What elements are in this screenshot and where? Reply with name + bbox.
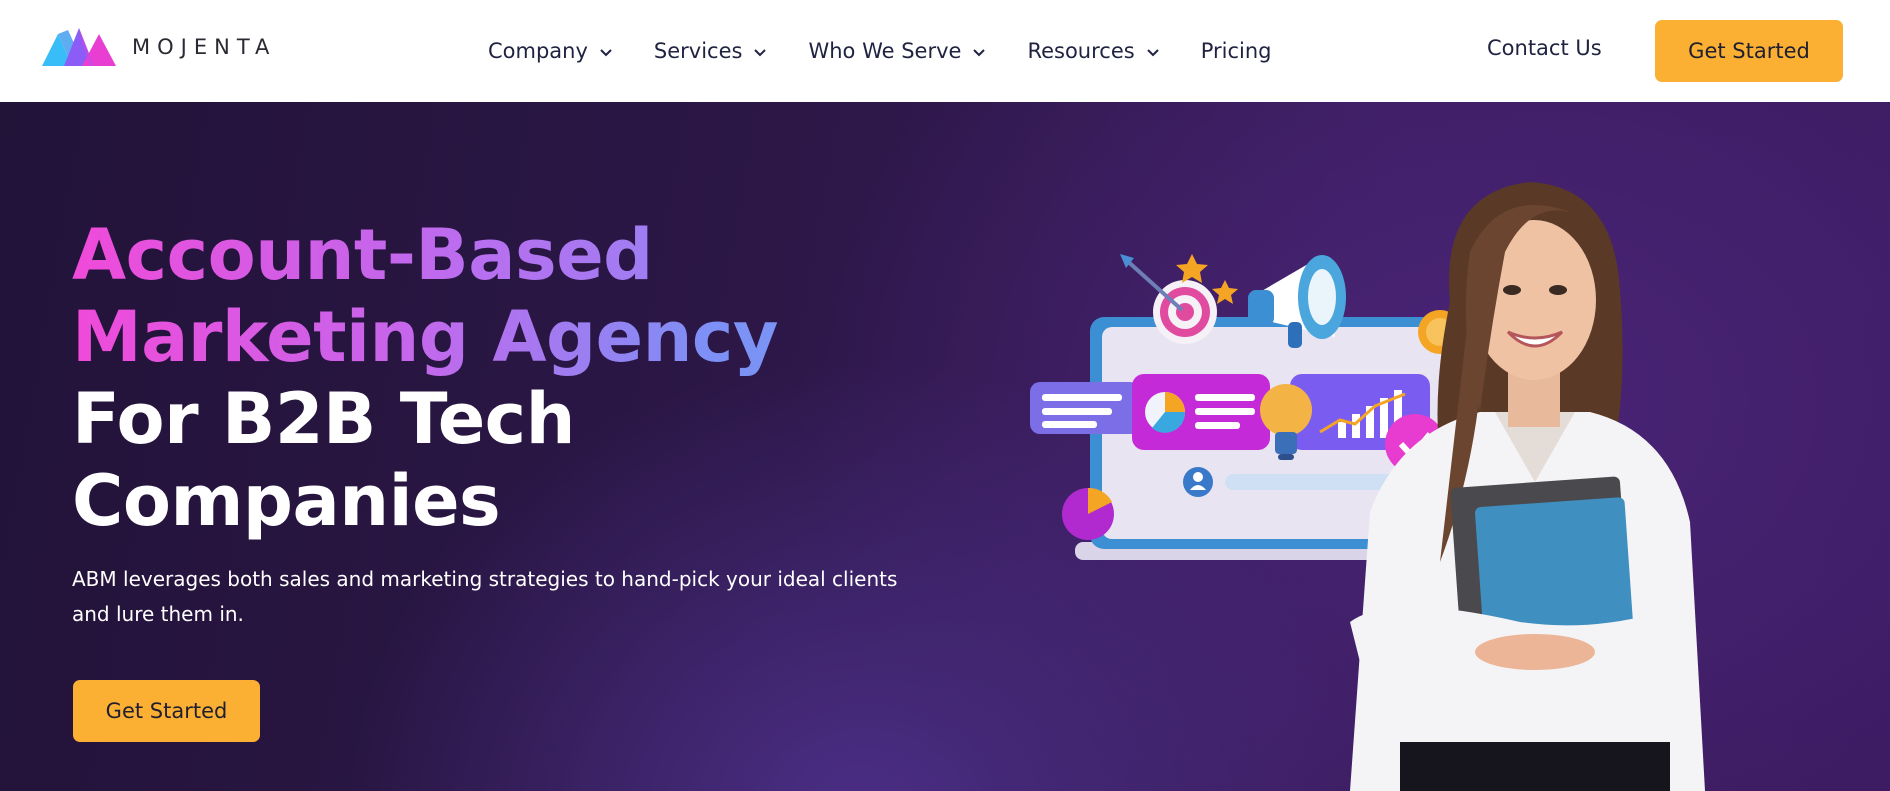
headline-line: For B2B Tech (72, 378, 576, 460)
nav-item-label: Pricing (1200, 39, 1272, 63)
site-header: MOJENTA Company Services Who We Serve Re… (0, 0, 1890, 102)
chevron-down-icon (600, 48, 612, 56)
hero-section: Account-Based Marketing Agency For B2B T… (0, 102, 1890, 791)
star-icon (1212, 280, 1238, 304)
chevron-down-icon (754, 48, 767, 56)
nav-item-services[interactable]: Services (654, 39, 769, 63)
headline-line: Companies (72, 460, 501, 542)
star-icon (1176, 254, 1208, 283)
brand-logo[interactable]: MOJENTA (42, 24, 276, 70)
nav-item-label: Resources (1027, 39, 1135, 63)
woman-portrait-photo (1350, 182, 1705, 791)
chevron-down-icon (973, 48, 986, 56)
headline-line: Account-Based (72, 214, 972, 296)
nav-item-label: Who We Serve (808, 39, 962, 63)
nav-item-pricing[interactable]: Pricing (1201, 39, 1272, 63)
hero-get-started-button[interactable]: Get Started (73, 680, 260, 742)
mojenta-logo-icon (42, 28, 116, 66)
main-nav: Company Services Who We Serve Resources … (488, 0, 1271, 102)
contact-us-link[interactable]: Contact Us (1487, 36, 1602, 60)
nav-item-company[interactable]: Company (488, 39, 614, 63)
donut-chart-icon (1062, 487, 1114, 540)
hero-subtext: ABM leverages both sales and marketing s… (72, 567, 898, 626)
user-icon (1183, 467, 1213, 497)
headline-line: Marketing Agency (72, 296, 972, 378)
nav-item-resources[interactable]: Resources (1027, 39, 1160, 63)
hero-headline: Account-Based Marketing Agency For B2B T… (72, 214, 972, 542)
brand-name: MOJENTA (132, 35, 277, 59)
nav-item-who-we-serve[interactable]: Who We Serve (808, 39, 987, 63)
nav-item-label: Company (488, 39, 588, 63)
header-get-started-button[interactable]: Get Started (1655, 20, 1843, 82)
nav-item-label: Services (653, 39, 743, 63)
chevron-down-icon (1146, 48, 1159, 56)
